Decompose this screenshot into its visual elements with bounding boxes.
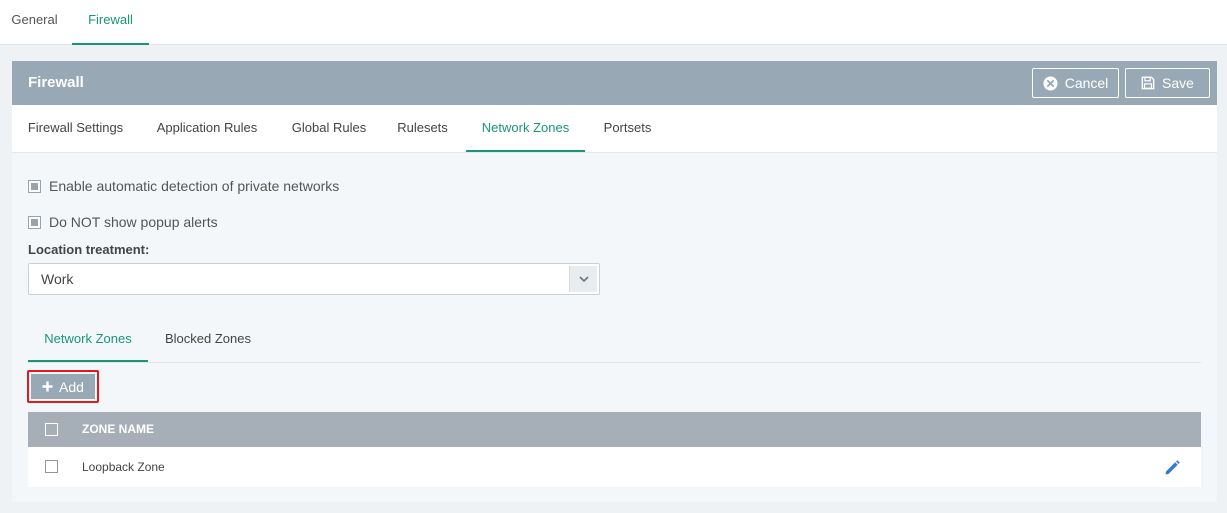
panel-title: Firewall	[28, 74, 84, 91]
save-button[interactable]: Save	[1125, 68, 1210, 98]
zone-name-header[interactable]: ZONE NAME	[82, 412, 154, 447]
add-button[interactable]: Add	[27, 370, 99, 403]
location-treatment-select[interactable]: Work	[28, 263, 600, 295]
tab-firewall-settings[interactable]: Firewall Settings	[12, 105, 139, 152]
location-treatment-label: Location treatment:	[28, 242, 150, 257]
circle-x-icon	[1043, 75, 1058, 91]
no-popup-checkbox[interactable]	[28, 215, 41, 229]
pencil-icon[interactable]	[1163, 458, 1181, 476]
auto-detect-checkbox[interactable]	[28, 179, 41, 193]
chevron-down-icon	[569, 266, 597, 292]
panel-header: Firewall Cancel Save	[12, 61, 1217, 105]
tab-application-rules[interactable]: Application Rules	[148, 105, 266, 152]
location-treatment-value: Work	[41, 271, 74, 287]
cancel-label: Cancel	[1064, 75, 1109, 91]
select-all-checkbox[interactable]	[45, 423, 58, 436]
plus-icon	[42, 381, 53, 392]
zone-name-cell: Loopback Zone	[82, 460, 165, 474]
tab-general[interactable]: General	[0, 0, 69, 45]
zones-table: ZONE NAME Loopback Zone	[28, 412, 1201, 487]
tab-firewall[interactable]: Firewall	[72, 0, 149, 45]
zone-tabs: Network Zones Blocked Zones	[28, 320, 1201, 363]
add-button-body: Add	[31, 374, 95, 399]
no-popup-option: Do NOT show popup alerts	[28, 213, 218, 231]
tab-network-zones[interactable]: Network Zones	[466, 105, 585, 152]
firewall-panel: Firewall Cancel Save Firewall Settings A…	[12, 61, 1217, 502]
table-header: ZONE NAME	[28, 412, 1201, 447]
add-label: Add	[59, 378, 84, 395]
tab-portsets[interactable]: Portsets	[594, 105, 661, 152]
top-tab-bar: General Firewall	[0, 0, 1227, 45]
tab-rulesets[interactable]: Rulesets	[388, 105, 457, 152]
tab-network-zones-list[interactable]: Network Zones	[28, 320, 148, 362]
save-label: Save	[1162, 75, 1194, 91]
auto-detect-label: Enable automatic detection of private ne…	[49, 178, 340, 194]
no-popup-label: Do NOT show popup alerts	[49, 214, 218, 230]
row-checkbox[interactable]	[45, 460, 58, 473]
cancel-button[interactable]: Cancel	[1032, 68, 1119, 98]
auto-detect-option: Enable automatic detection of private ne…	[28, 177, 339, 195]
tab-blocked-zones[interactable]: Blocked Zones	[158, 320, 258, 362]
tab-global-rules[interactable]: Global Rules	[282, 105, 376, 152]
table-row: Loopback Zone	[28, 447, 1201, 487]
floppy-disk-icon	[1141, 76, 1155, 90]
firewall-sub-tabs: Firewall Settings Application Rules Glob…	[12, 105, 1217, 153]
